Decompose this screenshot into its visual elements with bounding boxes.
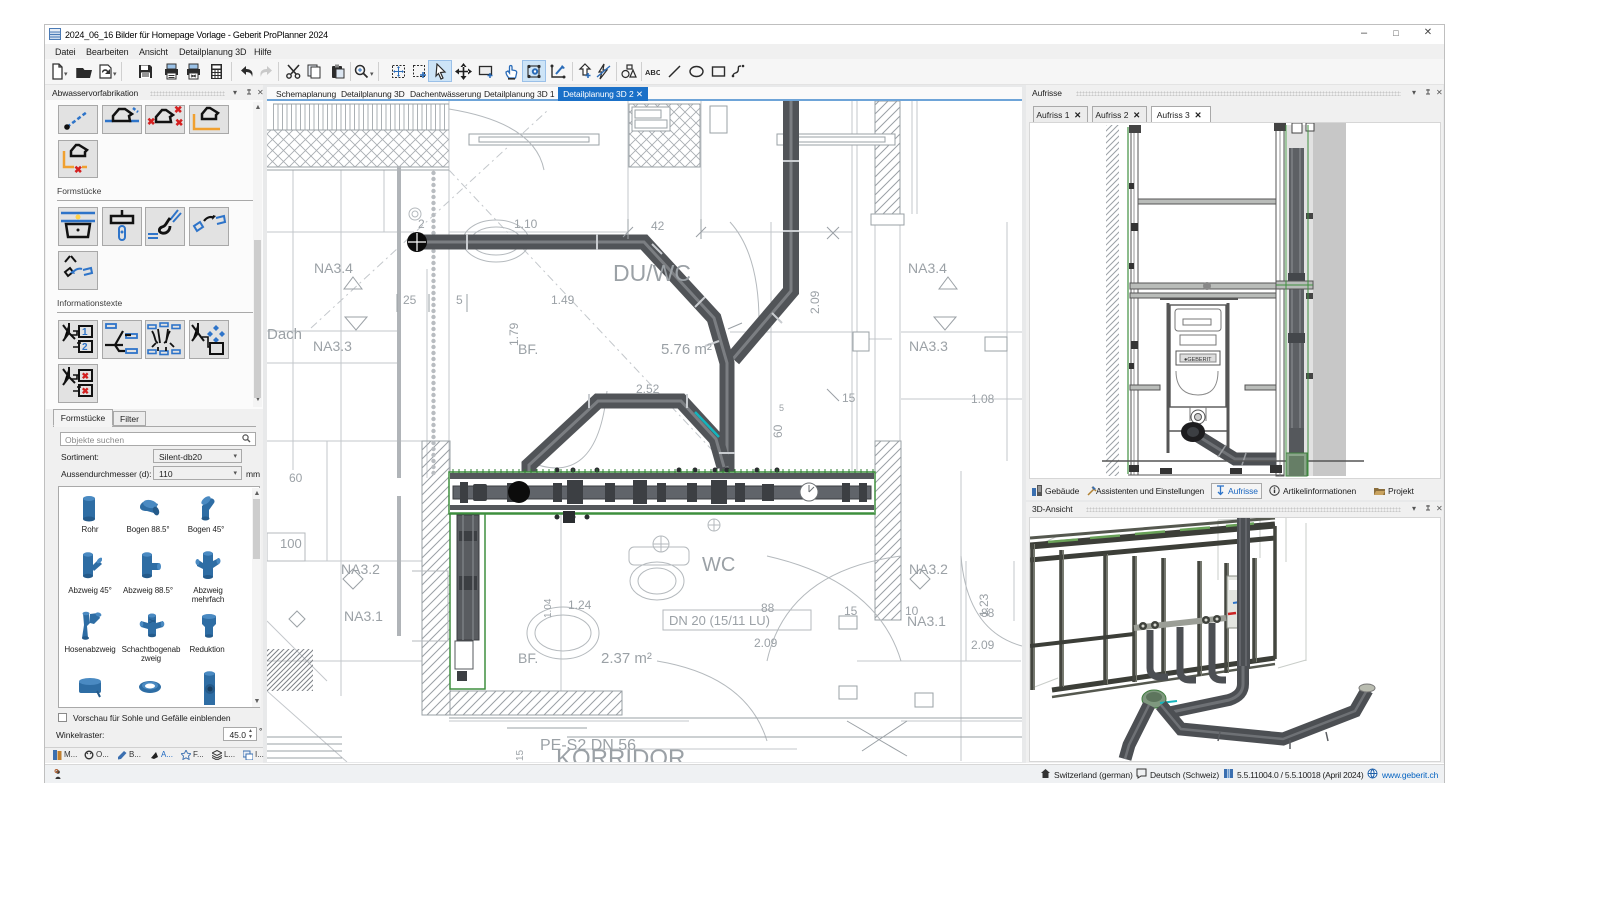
- svg-text:15: 15: [515, 749, 526, 761]
- svg-text:10: 10: [905, 604, 919, 618]
- svg-text:●GEBERIT: ●GEBERIT: [1184, 357, 1212, 363]
- svg-text:5: 5: [779, 403, 784, 413]
- svg-text:1.23: 1.23: [977, 593, 991, 617]
- svg-text:15: 15: [842, 391, 856, 405]
- svg-text:NA3.4: NA3.4: [314, 260, 353, 276]
- svg-text:2: 2: [82, 342, 88, 353]
- svg-text:NA3.4: NA3.4: [908, 260, 947, 276]
- svg-text:1.08: 1.08: [971, 392, 995, 406]
- svg-text:88: 88: [761, 601, 775, 615]
- svg-text:KORRIDOR: KORRIDOR: [556, 745, 685, 762]
- svg-text:1: 1: [82, 327, 88, 338]
- svg-text:1.79: 1.79: [507, 322, 521, 346]
- svg-text:2.09: 2.09: [754, 636, 778, 650]
- svg-text:Dach: Dach: [267, 326, 302, 343]
- svg-text:2: 2: [418, 217, 425, 231]
- svg-text:✖: ✖: [174, 106, 182, 116]
- svg-text:✖: ✖: [147, 117, 155, 128]
- svg-text:WC: WC: [702, 554, 735, 576]
- svg-text:NA3.3: NA3.3: [313, 338, 352, 354]
- svg-text:2.37 m²: 2.37 m²: [601, 650, 652, 667]
- svg-text:✖: ✖: [82, 371, 90, 381]
- svg-text:BF.: BF.: [518, 650, 538, 666]
- svg-text:2.09: 2.09: [971, 638, 995, 652]
- svg-text:2.52: 2.52: [636, 382, 660, 396]
- svg-text:DU/WC: DU/WC: [613, 260, 691, 286]
- svg-text:✖: ✖: [82, 386, 90, 396]
- svg-text:BF.: BF.: [518, 341, 538, 357]
- svg-text:1.10: 1.10: [514, 217, 538, 231]
- svg-text:✖: ✖: [74, 165, 82, 176]
- svg-text:1.49: 1.49: [551, 293, 575, 307]
- svg-text:✖: ✖: [175, 118, 183, 129]
- svg-text:1.04: 1.04: [543, 598, 554, 618]
- svg-text:DN 20 (15/11 LU): DN 20 (15/11 LU): [669, 613, 770, 628]
- svg-text:5: 5: [456, 293, 463, 307]
- svg-text:ABC: ABC: [645, 68, 660, 77]
- svg-text:2.09: 2.09: [808, 290, 822, 314]
- svg-text:25: 25: [403, 293, 417, 307]
- svg-text:5.76 m²: 5.76 m²: [661, 341, 712, 358]
- svg-text:NA3.3: NA3.3: [909, 338, 948, 354]
- svg-text:1.24: 1.24: [568, 598, 592, 612]
- svg-text:60: 60: [289, 471, 303, 485]
- svg-text:NA3.1: NA3.1: [344, 608, 383, 624]
- svg-text:100: 100: [280, 536, 302, 551]
- svg-text:42: 42: [651, 219, 665, 233]
- svg-text:60: 60: [771, 424, 785, 438]
- svg-text:15: 15: [844, 604, 858, 618]
